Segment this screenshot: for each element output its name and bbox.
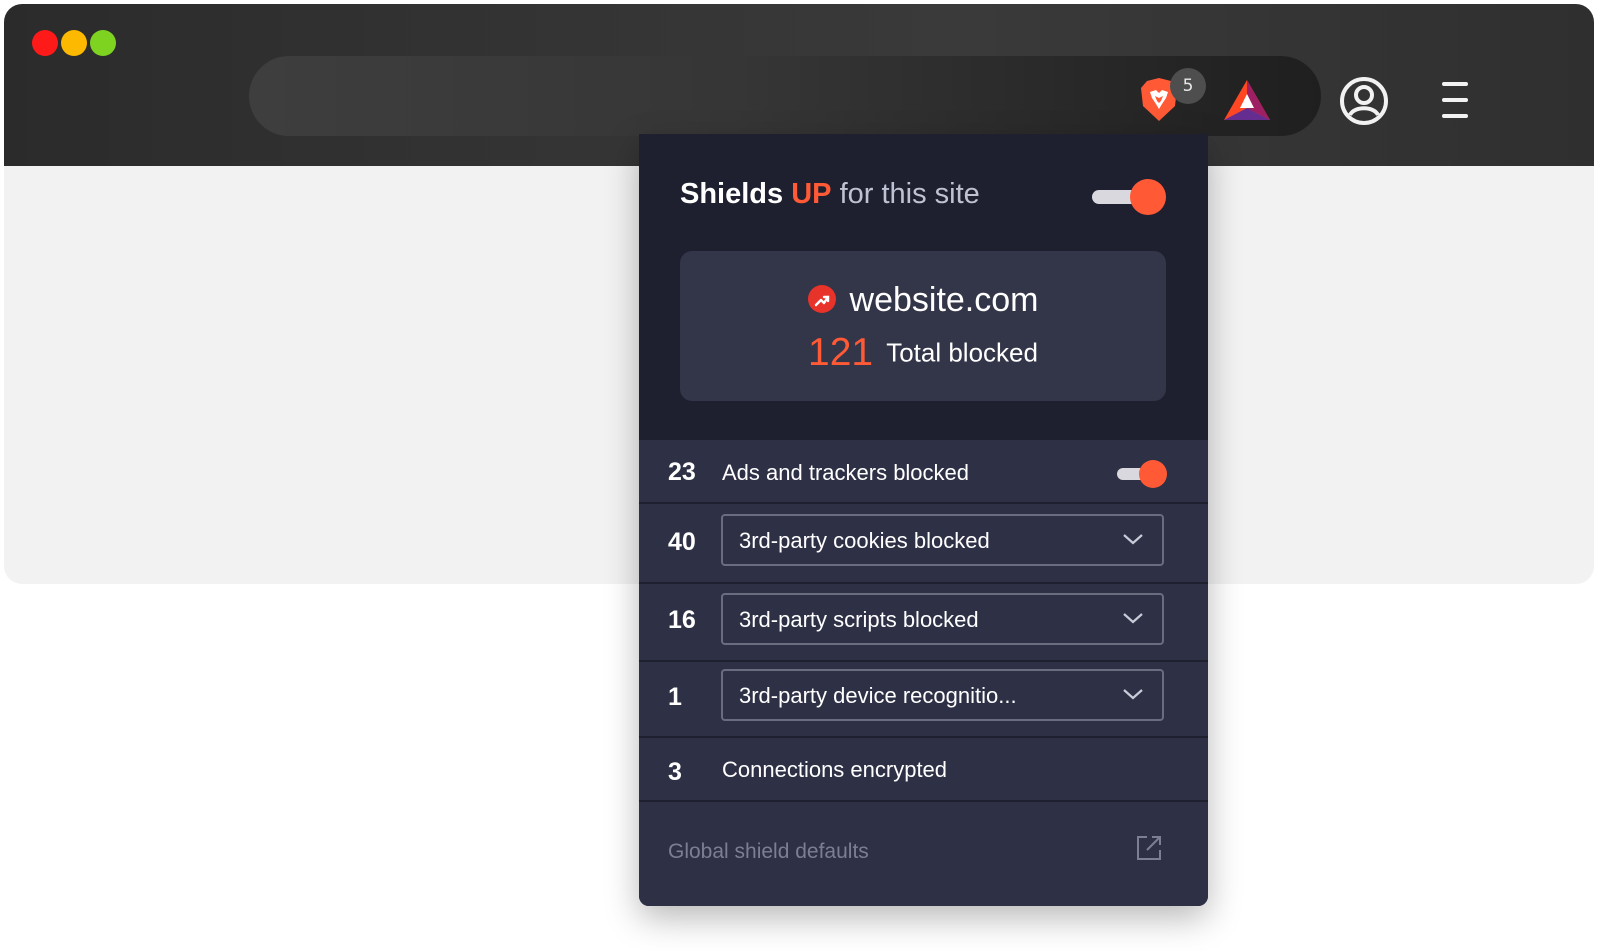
- scripts-select[interactable]: 3rd-party scripts blocked: [721, 593, 1164, 645]
- site-favicon-icon: [807, 285, 836, 314]
- scripts-select-value: 3rd-party scripts blocked: [739, 607, 979, 632]
- footer-row: Global shield defaults: [639, 800, 1208, 906]
- site-row: website.com: [680, 281, 1166, 320]
- device-recognition-select-value: 3rd-party device recognitio...: [739, 683, 1017, 708]
- row-ads-trackers: 23 Ads and trackers blocked: [639, 438, 1208, 502]
- ads-trackers-count: 23: [668, 458, 696, 486]
- title-for-this-site: for this site: [839, 178, 980, 210]
- menu-icon[interactable]: [1440, 82, 1470, 120]
- connections-count: 3: [668, 758, 682, 786]
- connections-label: Connections encrypted: [722, 757, 948, 782]
- toggle-knob: [1130, 179, 1166, 215]
- external-link-icon[interactable]: [1135, 834, 1163, 862]
- shields-count-badge: 5: [1170, 68, 1206, 104]
- minimize-window-button[interactable]: [61, 30, 87, 56]
- total-blocked-row: 121 Total blocked: [680, 331, 1166, 375]
- bat-rewards-icon[interactable]: [1222, 78, 1272, 122]
- row-connections: 3 Connections encrypted: [639, 736, 1208, 800]
- chevron-down-icon: [1123, 534, 1143, 545]
- close-window-button[interactable]: [32, 30, 58, 56]
- cookies-select-value: 3rd-party cookies blocked: [739, 528, 990, 553]
- maximize-window-button[interactable]: [90, 30, 116, 56]
- cookies-count: 40: [668, 528, 696, 556]
- shields-panel: Shields UP for this site website.com 121…: [639, 134, 1208, 906]
- chevron-down-icon: [1123, 613, 1143, 624]
- shields-title: Shields UP for this site: [680, 178, 980, 211]
- shields-toggle[interactable]: [1092, 179, 1166, 215]
- total-blocked-count: 121: [808, 331, 874, 374]
- device-recognition-count: 1: [668, 683, 682, 711]
- title-shields: Shields: [680, 178, 784, 210]
- row-cookies: 40 3rd-party cookies blocked: [639, 502, 1208, 582]
- ads-trackers-toggle[interactable]: [1117, 460, 1167, 488]
- row-device-recognition: 1 3rd-party device recognitio...: [639, 660, 1208, 736]
- shields-header: Shields UP for this site website.com 121…: [639, 134, 1208, 438]
- site-name: website.com: [849, 281, 1039, 319]
- chevron-down-icon: [1123, 689, 1143, 700]
- total-blocked-label: Total blocked: [886, 337, 1038, 368]
- scripts-count: 16: [668, 606, 696, 634]
- global-shield-defaults-link[interactable]: Global shield defaults: [668, 840, 869, 864]
- device-recognition-select[interactable]: 3rd-party device recognitio...: [721, 669, 1164, 721]
- profile-icon[interactable]: [1338, 75, 1390, 127]
- site-stats-card: website.com 121 Total blocked: [680, 251, 1166, 401]
- shields-rows: 23 Ads and trackers blocked 40 3rd-party…: [639, 438, 1208, 906]
- cookies-select[interactable]: 3rd-party cookies blocked: [721, 514, 1164, 566]
- toggle-knob: [1139, 460, 1167, 488]
- row-scripts: 16 3rd-party scripts blocked: [639, 582, 1208, 660]
- title-up: UP: [791, 178, 832, 210]
- ads-trackers-label: Ads and trackers blocked: [722, 460, 970, 485]
